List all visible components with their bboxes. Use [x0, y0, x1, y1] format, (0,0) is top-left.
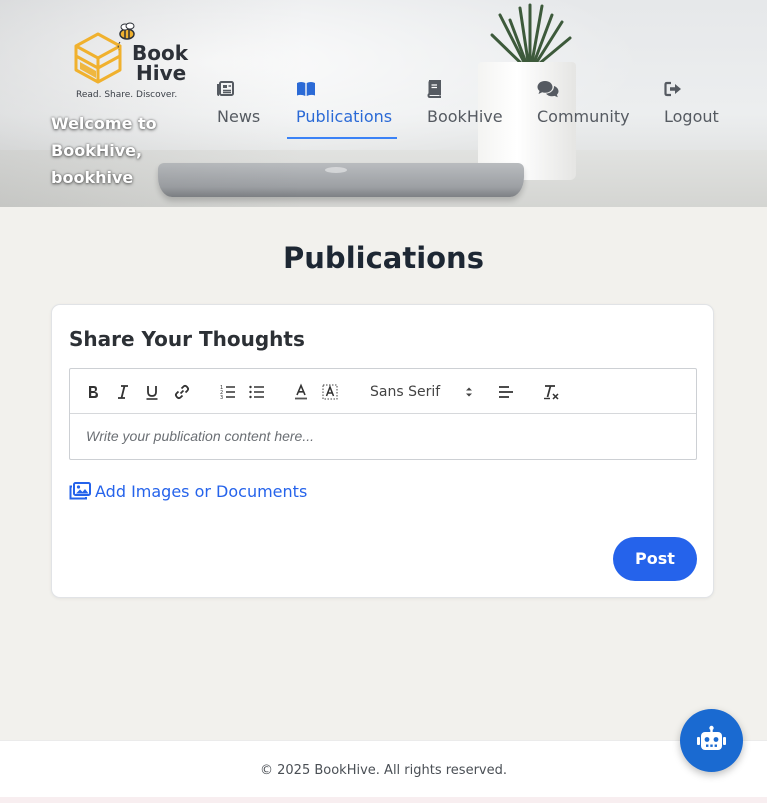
nav-item-news[interactable]: News — [217, 78, 267, 138]
logo-tagline: Read. Share. Discover. — [76, 90, 178, 100]
select-arrows-icon — [466, 387, 472, 397]
ordered-list-button[interactable]: 123 — [219, 383, 237, 401]
post-button[interactable]: Post — [613, 537, 697, 581]
underline-button[interactable] — [143, 383, 161, 401]
copyright-text: © 2025 BookHive. All rights reserved. — [260, 763, 507, 778]
text-color-icon — [295, 383, 307, 400]
background-color-button[interactable] — [321, 383, 339, 401]
font-family-select[interactable]: Sans Serif — [370, 382, 474, 402]
open-book-icon — [297, 82, 315, 96]
underline-icon — [146, 386, 158, 400]
link-icon — [174, 384, 190, 400]
italic-button[interactable] — [114, 383, 132, 401]
bold-button[interactable] — [84, 383, 102, 401]
chatbot-button[interactable] — [680, 709, 743, 772]
logo-wordmark-line2: Hive — [136, 61, 187, 85]
nav-label-logout: Logout — [664, 107, 719, 126]
text-color-button[interactable] — [292, 383, 310, 401]
images-icon — [69, 482, 91, 500]
publication-composer-card: Share Your Thoughts 123 Sans Serif Write… — [51, 304, 714, 598]
composer-title: Share Your Thoughts — [69, 327, 305, 351]
nav-item-bookhive[interactable]: BookHive — [427, 78, 503, 138]
clear-formatting-icon — [544, 385, 559, 400]
svg-text:3: 3 — [220, 395, 223, 401]
clear-formatting-button[interactable] — [542, 383, 560, 401]
newspaper-icon — [217, 81, 234, 96]
bullet-list-icon — [249, 385, 264, 399]
active-tab-indicator — [287, 137, 397, 139]
editor-content-area[interactable]: Write your publication content here... — [70, 414, 696, 459]
chat-bubbles-icon — [537, 81, 559, 98]
ordered-list-icon: 123 — [220, 385, 235, 401]
add-attachments-label: Add Images or Documents — [95, 482, 308, 501]
nav-label-bookhive: BookHive — [427, 107, 503, 126]
align-left-icon — [499, 386, 513, 398]
nav-label-news: News — [217, 107, 261, 126]
bold-icon — [89, 386, 98, 398]
nav-item-community[interactable]: Community — [537, 78, 630, 138]
sign-out-icon — [664, 81, 681, 97]
nav-item-publications[interactable]: Publications — [296, 78, 393, 138]
page-footer: © 2025 BookHive. All rights reserved. — [0, 740, 767, 797]
robot-icon — [697, 725, 726, 750]
nav-label-publications: Publications — [296, 107, 393, 126]
rich-text-editor: 123 Sans Serif Write your publication co… — [69, 368, 697, 460]
editor-toolbar: 123 Sans Serif — [70, 369, 696, 414]
link-button[interactable] — [173, 383, 191, 401]
italic-icon — [118, 385, 128, 399]
page-title: Publications — [283, 241, 484, 275]
bullet-list-button[interactable] — [248, 383, 266, 401]
align-button[interactable] — [497, 383, 515, 401]
nav-label-community: Community — [537, 107, 630, 126]
nav-item-logout[interactable]: Logout — [664, 78, 724, 138]
footer-bottom-strip — [0, 797, 767, 803]
font-family-value: Sans Serif — [370, 384, 441, 400]
welcome-message: Welcome to BookHive, bookhive — [51, 114, 157, 187]
background-color-icon — [322, 384, 338, 400]
editor-placeholder: Write your publication content here... — [86, 428, 315, 444]
book-icon — [427, 80, 441, 98]
